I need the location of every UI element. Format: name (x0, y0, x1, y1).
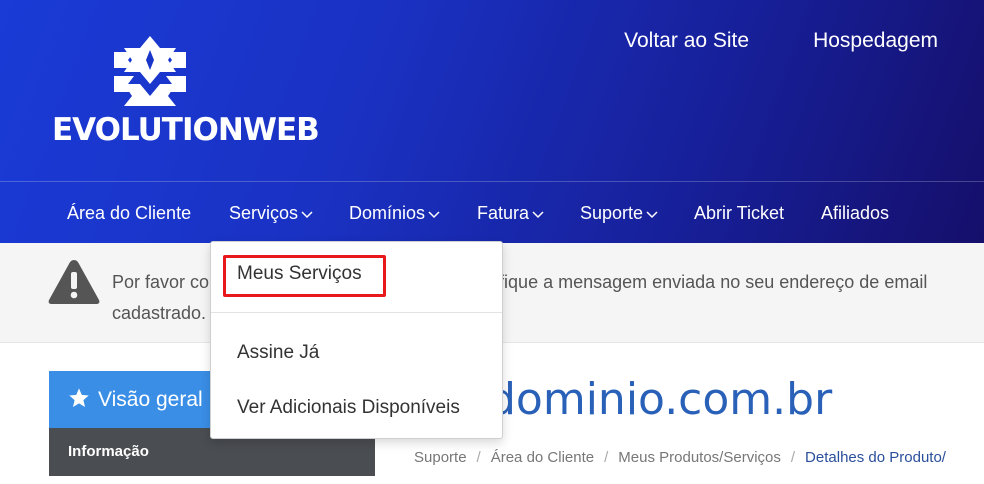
breadcrumb-item-suporte[interactable]: Suporte (414, 449, 467, 466)
nav-item-label: Área do Cliente (67, 203, 192, 223)
dropdown-divider (211, 312, 502, 313)
site-header: EVOLUTIONWEB Voltar ao Site Hospedagem Á… (0, 0, 984, 243)
alert-text-left: Por favor co (112, 272, 210, 292)
nav-item-abrir-ticket[interactable]: Abrir Ticket (694, 182, 784, 244)
breadcrumb-separator: / (476, 449, 481, 466)
dropdown-item-ver-adicionais[interactable]: Ver Adicionais Disponíveis (237, 396, 460, 420)
dropdown-item-assine-ja[interactable]: Assine Já (237, 341, 319, 365)
brand-logo[interactable]: EVOLUTIONWEB (52, 34, 320, 152)
breadcrumb-item-meus-produtos[interactable]: Meus Produtos/Serviços (618, 449, 781, 466)
nav-item-fatura[interactable]: Fatura (477, 182, 544, 244)
top-links: Voltar ao Site Hospedagem (624, 28, 938, 54)
nav-item-suporte[interactable]: Suporte (580, 182, 658, 244)
breadcrumb-item-area-do-cliente[interactable]: Área do Cliente (491, 449, 594, 466)
logo-mark-icon (114, 36, 186, 106)
sidebar-item-label: Informação (68, 443, 149, 460)
nav-item-servicos[interactable]: Serviços (229, 182, 313, 244)
star-icon (69, 388, 89, 407)
chevron-down-icon (428, 211, 440, 219)
servicos-dropdown-menu: Meus Serviços Assine Já Ver Adicionais D… (210, 241, 503, 439)
chevron-down-icon (532, 211, 544, 219)
nav-item-label: Serviços (229, 203, 299, 223)
breadcrumb-separator: / (790, 449, 796, 466)
breadcrumb-item-detalhes-do-produto: Detalhes do Produto/ (805, 449, 946, 466)
nav-item-area-do-cliente[interactable]: Área do Cliente (67, 182, 191, 244)
nav-item-label: Abrir Ticket (694, 203, 785, 223)
nav-item-label: Domínios (349, 203, 426, 223)
main-nav: Área do Cliente Serviços Domínios Fatura… (0, 181, 984, 243)
alert-text-right: ifique a mensagem enviada no seu endereç… (495, 272, 928, 292)
chevron-down-icon (646, 211, 658, 219)
nav-item-label: Fatura (477, 203, 530, 223)
breadcrumb-separator: / (604, 449, 609, 466)
brand-name: EVOLUTIONWEB (52, 112, 320, 148)
chevron-down-icon (301, 211, 313, 219)
nav-item-label: Afiliados (821, 203, 890, 223)
top-link-voltar-ao-site[interactable]: Voltar ao Site (624, 28, 749, 54)
top-link-hospedagem[interactable]: Hospedagem (813, 28, 938, 54)
nav-item-dominios[interactable]: Domínios (349, 182, 440, 244)
page-title: dominio.com.br (488, 374, 833, 425)
dropdown-item-meus-servicos[interactable]: Meus Serviços (237, 262, 362, 286)
warning-triangle-icon (48, 260, 100, 304)
nav-item-label: Suporte (580, 203, 644, 223)
nav-item-afiliados[interactable]: Afiliados (821, 182, 889, 244)
sidebar-title: Visão geral (98, 388, 203, 411)
breadcrumb: Suporte / Área do Cliente / Meus Produtos/Se… (414, 448, 946, 468)
